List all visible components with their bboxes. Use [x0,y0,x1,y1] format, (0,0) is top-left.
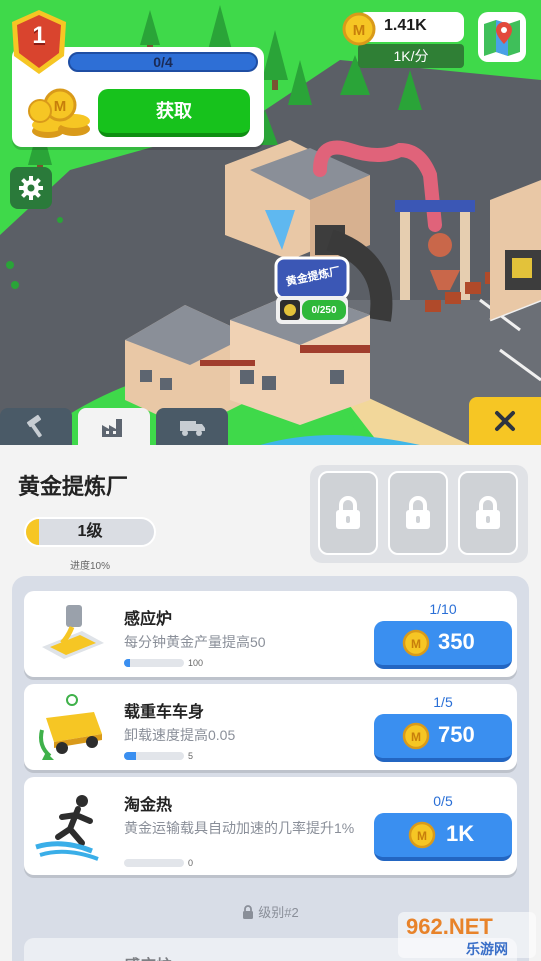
upgrade-name: 载重车车身 [124,704,205,721]
buy-upgrade-button[interactable]: M 1K [374,813,512,861]
tab-trucks[interactable] [156,408,228,445]
tab-tools[interactable] [0,408,72,445]
factory-panel: 黄金提炼厂 1级 进度10% 感应炉 每分钟黄金产量提高50 100 1/10 … [0,445,541,961]
gold-coin-icon: M [342,12,376,46]
gold-coin-icon: M [402,722,430,750]
upgrade-progress-bar [124,659,184,667]
upgrade-progress-value: 100 [188,658,204,668]
upgrade-progress-fill [124,752,136,760]
factory-capacity: 0/250 [311,305,337,316]
game-scene: 1 0/4 M 获取 1.41K 1K/分 M 黄金提炼厂 0/250 [0,0,541,445]
svg-text:M: M [411,730,421,744]
upgrade-progress-fill [124,659,130,667]
factory-title: 黄金提炼厂 [18,474,129,499]
upgrade-description: 黄金运输载具自动加速的几率提升1% [124,820,355,836]
factory-level-label: 1级 [77,523,103,540]
factory-icon [102,418,122,437]
buy-upgrade-button[interactable]: M 350 [374,621,512,669]
svg-text:M: M [54,98,67,115]
upgrade-progress-value: 5 [188,751,194,761]
upgrade-price: 750 [438,722,475,747]
upgrade-name: 感应炉 [124,611,173,628]
factory-level-pill: 1级 [24,517,156,547]
upgrade-description: 每分钟黄金产量提高50 [124,634,266,650]
quest-progress-bar: 0/4 [68,52,258,72]
settings-button[interactable] [10,167,52,209]
locked-slot[interactable] [318,471,378,555]
svg-text:962.NET: 962.NET [406,914,493,939]
currency-rate: 1K/分 [358,44,464,68]
locked-slot[interactable] [388,471,448,555]
upgrade-price: 1K [446,821,475,846]
svg-text:M: M [411,637,421,651]
lock-icon [243,905,254,919]
hammer-icon [26,414,42,437]
upgrade-card: 载重车车身 卸载速度提高0.05 5 1/5 M 750 [24,684,517,770]
lock-icon [406,496,430,529]
upgrade-progress-bar [124,859,184,867]
upgrade-name: 感应炉 [124,952,172,961]
map-button[interactable] [478,12,526,62]
induction-furnace-icon [42,605,104,659]
buy-upgrade-button[interactable]: M 750 [374,714,512,762]
currency-display: 1.41K 1K/分 M [342,12,464,68]
locked-slot[interactable] [458,471,518,555]
gold-coin-icon: M [402,629,430,657]
map-icon [484,20,520,56]
currency-amount: 1.41K [384,17,427,34]
quest-progress-text: 0/4 [153,54,173,70]
upgrade-count: 1/10 [429,601,457,617]
svg-text:M: M [417,829,427,843]
truck-body-icon [39,694,102,760]
gold-rush-runner-icon [35,795,99,861]
upgrade-description: 卸载速度提高0.05 [124,727,236,743]
get-reward-button[interactable]: 获取 [98,89,250,137]
player-level-number: 1 [32,22,46,49]
lock-icon [476,496,500,529]
upgrade-count: 0/5 [433,793,453,809]
upgrade-progress-bar [124,752,184,760]
close-icon [495,411,515,431]
svg-text:M: M [353,22,366,39]
upgrade-name: 淘金热 [124,797,173,814]
locked-slots [310,465,528,563]
upgrade-card: 淘金热 黄金运输载具自动加速的几率提升1% 0 0/5 M 1K [24,777,517,875]
truck-icon [180,420,205,436]
tab-factory[interactable] [78,408,150,445]
lock-icon [336,496,360,529]
gear-icon [19,176,43,200]
upgrade-count: 1/5 [433,694,453,710]
upgrade-price: 350 [438,629,475,654]
panel-tabs [0,408,260,445]
gold-coin-icon: M [408,821,436,849]
gold-coins-icon: M [28,88,90,138]
player-level-badge[interactable]: 1 [8,8,70,76]
locked-tier-text: 级别#2 [258,905,299,920]
factory-progress-note: 进度10% [70,561,111,572]
close-panel-button[interactable] [469,397,541,445]
upgrade-progress-value: 0 [188,858,194,868]
upgrade-card: 感应炉 每分钟黄金产量提高50 100 1/10 M 350 [24,591,517,677]
svg-text:乐游网: 乐游网 [466,941,508,958]
site-watermark: 962.NET 乐游网 [398,912,536,958]
